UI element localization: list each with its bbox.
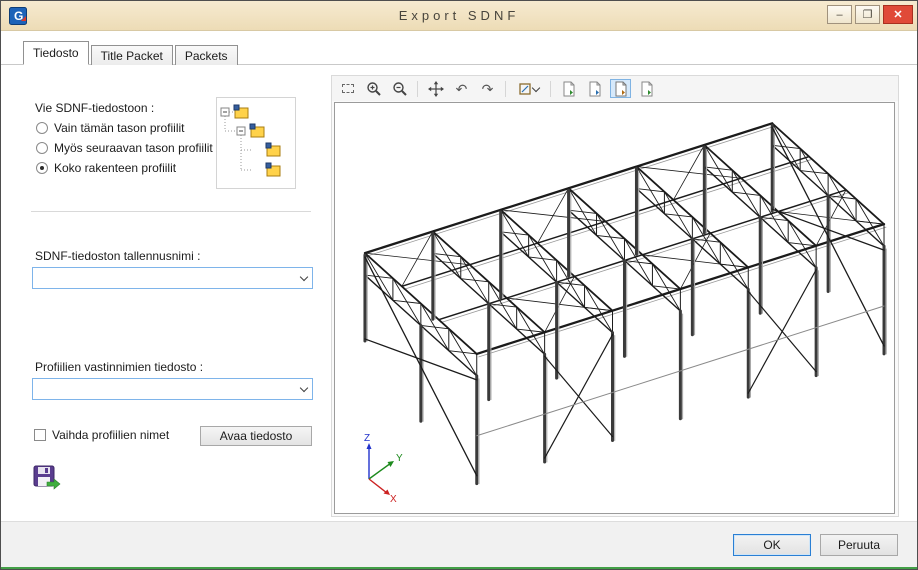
zoom-in-icon[interactable]: [363, 79, 384, 98]
ok-button[interactable]: OK: [733, 534, 811, 556]
radio-whole-structure-label: Koko rakenteen profiilit: [54, 161, 176, 175]
axis-z-label: Z: [364, 433, 370, 444]
view-toolbar: ↶ ↷: [332, 76, 898, 101]
radio-whole-structure-control[interactable]: [36, 162, 48, 174]
filename-input[interactable]: [33, 268, 294, 288]
model-3d-view[interactable]: Z Y X: [334, 102, 895, 514]
export-sdnf-dialog: G Export SDNF – ❐ ✕ Tiedosto Title Packe…: [0, 0, 918, 570]
window-bottom-edge: [1, 567, 917, 569]
minimize-button[interactable]: –: [827, 5, 852, 24]
chevron-down-icon: [531, 84, 539, 92]
zoom-out-icon[interactable]: [389, 79, 410, 98]
tab-title-packet[interactable]: Title Packet: [91, 45, 173, 65]
save-view-icon[interactable]: [636, 79, 657, 98]
radio-this-level-label: Vain tämän tason profiilit: [54, 121, 185, 135]
radio-next-level-control[interactable]: [36, 142, 48, 154]
tab-packets[interactable]: Packets: [175, 45, 238, 65]
open-file-button[interactable]: Avaa tiedosto: [200, 426, 312, 446]
radio-this-level-control[interactable]: [36, 122, 48, 134]
file-tab-panel: Vie SDNF-tiedostoon : Vain tämän tason p…: [1, 65, 331, 521]
snapshot-icon[interactable]: [558, 79, 579, 98]
toolbar-separator: [505, 81, 506, 97]
toolbar-separator: [550, 81, 551, 97]
rotate-cw-icon[interactable]: ↷: [477, 79, 498, 98]
model-view-panel: ↶ ↷: [331, 75, 899, 517]
radio-this-level[interactable]: Vain tämän tason profiilit: [36, 121, 185, 135]
copy-view-icon[interactable]: [584, 79, 605, 98]
filename-label: SDNF-tiedoston tallennusnimi :: [35, 249, 200, 263]
mapping-file-combobox[interactable]: [32, 378, 313, 400]
save-as-icon[interactable]: [33, 465, 61, 491]
level-tree-graphic: [217, 98, 295, 188]
view-options-icon[interactable]: [513, 79, 543, 98]
cancel-button[interactable]: Peruuta: [820, 534, 898, 556]
filename-dropdown-button[interactable]: [295, 268, 312, 288]
mapping-file-input[interactable]: [33, 379, 294, 399]
select-area-icon[interactable]: [337, 79, 358, 98]
pan-icon[interactable]: [425, 79, 446, 98]
mapping-dropdown-button[interactable]: [295, 379, 312, 399]
titlebar[interactable]: G Export SDNF – ❐ ✕: [1, 1, 917, 31]
maximize-button[interactable]: ❐: [855, 5, 880, 24]
tab-tiedosto[interactable]: Tiedosto: [23, 41, 89, 65]
chevron-down-icon: [299, 272, 307, 280]
close-button[interactable]: ✕: [883, 5, 913, 24]
toolbar-separator: [417, 81, 418, 97]
axis-x-label: X: [390, 494, 397, 503]
window-title: Export SDNF: [1, 1, 917, 31]
level-tree-image: [216, 97, 296, 189]
radio-next-level-label: Myös seuraavan tason profiilit: [54, 141, 213, 155]
radio-next-level[interactable]: Myös seuraavan tason profiilit: [36, 141, 213, 155]
axis-y-label: Y: [396, 453, 403, 464]
convert-names-checkbox-row[interactable]: Vaihda profiilien nimet: [34, 428, 169, 442]
chevron-down-icon: [299, 383, 307, 391]
active-render-mode-icon[interactable]: [610, 79, 631, 98]
radio-whole-structure[interactable]: Koko rakenteen profiilit: [36, 161, 176, 175]
tab-strip: Tiedosto Title Packet Packets: [1, 41, 917, 65]
rotate-ccw-icon[interactable]: ↶: [451, 79, 472, 98]
mapping-file-label: Profiilien vastinnimien tiedosto :: [35, 360, 203, 374]
axes-triad-icon: Z Y X: [353, 431, 423, 503]
separator: [31, 211, 311, 212]
filename-combobox[interactable]: [32, 267, 313, 289]
export-scope-label: Vie SDNF-tiedostoon :: [35, 101, 154, 115]
convert-names-label: Vaihda profiilien nimet: [52, 428, 169, 442]
convert-names-checkbox[interactable]: [34, 429, 46, 441]
